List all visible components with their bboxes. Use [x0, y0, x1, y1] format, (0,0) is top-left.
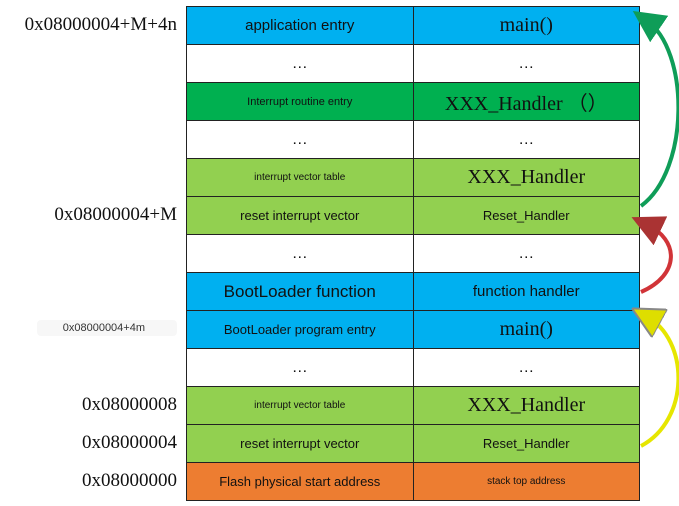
arrows [0, 10, 679, 448]
yellow-arrow [641, 316, 679, 448]
green-arrow [632, 10, 679, 208]
red-arrow [631, 216, 673, 294]
